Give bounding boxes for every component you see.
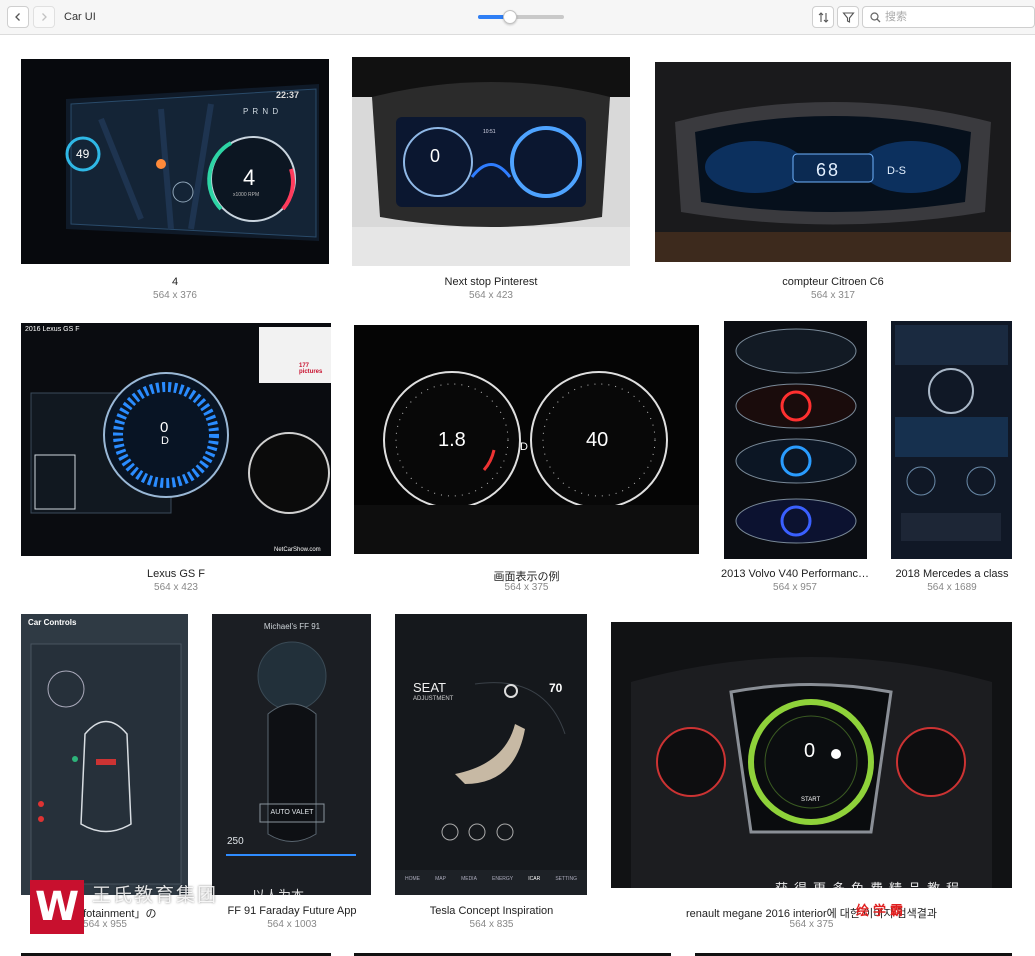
auto-valet-label: AUTO VALET — [270, 809, 314, 816]
item-dimensions: 564 x 423 — [469, 290, 513, 301]
item-caption: 2013 Volvo V40 Performanc… — [721, 568, 869, 580]
speed-readout: 68 — [816, 160, 841, 180]
gallery-item[interactable]: 2013 Volvo V40 Performanc… 564 x 957 — [721, 321, 869, 595]
speed-readout: 0 — [160, 419, 169, 436]
speed-readout: 0 — [430, 146, 441, 166]
window-title: Car UI — [64, 11, 96, 23]
search-input[interactable] — [885, 9, 1030, 25]
item-caption: Next stop Pinterest — [444, 276, 538, 288]
thumb-header: 2016 Lexus GS F — [25, 326, 80, 333]
gallery-item[interactable]: 4 22:37 P R N D 49 x1000 RPM 4 564 x 376 — [21, 59, 329, 304]
clock-readout: 10:51 — [483, 129, 496, 135]
gear-indicator: D — [520, 441, 528, 453]
item-dimensions: 564 x 957 — [773, 582, 817, 593]
nav-energy: ENERGY — [492, 876, 514, 882]
nav-icar: ICAR — [528, 876, 541, 882]
item-dimensions: 564 x 835 — [469, 919, 514, 930]
mode-readout: D-S — [887, 165, 906, 177]
thumb-header: Michael's FF 91 — [263, 622, 321, 631]
item-caption: 2018 Mercedes a class — [895, 568, 1009, 580]
thumb-header: Car Controls — [28, 618, 77, 627]
filter-icon — [841, 11, 855, 23]
nav-home: HOME — [405, 876, 420, 882]
seat-label: SEAT — [413, 680, 446, 695]
thumbnail-image[interactable] — [212, 614, 371, 895]
gear-indicator: P R N D — [243, 107, 280, 116]
search-field[interactable] — [862, 6, 1035, 28]
item-caption: Lexus GS F — [146, 568, 206, 580]
left-readout: 49 — [76, 147, 90, 161]
thumbnail-image[interactable] — [395, 614, 587, 895]
gallery-item[interactable]: 0 10:51 Next stop Pinterest 564 x 423 — [352, 57, 630, 304]
clock-readout: 22:37 — [276, 90, 300, 100]
item-dimensions: 564 x 423 — [154, 582, 198, 593]
zoom-slider[interactable] — [478, 10, 564, 24]
filter-button[interactable] — [837, 6, 859, 28]
gallery-item[interactable]: 2016 Lexus GS F 0 D 177 pictures NetCarS… — [21, 323, 331, 595]
gallery-item[interactable]: 1.8 40 D 画面表示の例 564 x 375 — [354, 325, 699, 595]
start-label: START — [801, 797, 821, 803]
speed-readout: 4 — [243, 165, 256, 190]
gallery-item[interactable]: SEAT ADJUSTMENT 70 HOME MAP MEDIA ENERGY… — [395, 614, 588, 934]
item-caption: Tesla Concept Inspiration — [429, 905, 554, 917]
item-dimensions: 564 x 317 — [811, 290, 855, 301]
thumbnail-image[interactable] — [352, 57, 630, 266]
nav-media: MEDIA — [461, 876, 477, 882]
rpm-readout: 1.8 — [438, 429, 466, 451]
seat-value: 70 — [549, 681, 563, 695]
toolbar: Car UI — [0, 0, 1035, 35]
gallery: 4 22:37 P R N D 49 x1000 RPM 4 564 x 376… — [0, 35, 1035, 956]
sort-button[interactable] — [812, 6, 834, 28]
watermark-logo: W — [30, 880, 84, 934]
chevron-right-icon — [42, 13, 47, 21]
adjustment-label: ADJUSTMENT — [413, 696, 454, 702]
thumbnail-image[interactable] — [891, 321, 1012, 559]
tesla-nav-bar: HOME MAP MEDIA ENERGY ICAR SETTING — [405, 876, 577, 882]
item-dimensions: 564 x 1003 — [267, 919, 317, 930]
nav-setting: SETTING — [555, 876, 577, 882]
watermark-promo: 获得更多免费精品教程 — [775, 881, 966, 896]
chevron-left-icon — [15, 13, 20, 21]
back-button[interactable] — [7, 6, 29, 28]
speed-readout: 40 — [586, 429, 609, 451]
thumbnail-image[interactable] — [354, 325, 699, 554]
gear-indicator: D — [161, 435, 169, 447]
site-label: NetCarShow.com — [274, 547, 321, 553]
forward-button[interactable] — [33, 6, 55, 28]
energy-readout: 250 — [227, 836, 244, 847]
item-dimensions: 564 x 375 — [504, 582, 549, 593]
gallery-item[interactable]: 2018 Mercedes a class 564 x 1689 — [889, 321, 1015, 595]
thumbnail-image[interactable] — [21, 323, 331, 556]
speed-readout: 0 — [804, 740, 816, 762]
watermark-slogan: 以人为本 — [252, 888, 305, 903]
sort-icon — [818, 11, 828, 23]
item-dimensions: 564 x 375 — [789, 919, 834, 930]
nav-map: MAP — [435, 876, 446, 882]
item-caption: 4 — [171, 276, 179, 288]
search-icon — [870, 12, 881, 23]
item-caption: compteur Citroen C6 — [782, 276, 884, 288]
item-dimensions: 564 x 1689 — [927, 582, 977, 593]
thumbnail-image[interactable] — [21, 614, 188, 895]
item-dimensions: 564 x 376 — [153, 290, 197, 301]
watermark-org: 王氏教育集团 — [92, 885, 219, 906]
item-caption: FF 91 Faraday Future App — [227, 905, 357, 917]
rpm-label: x1000 RPM — [233, 192, 260, 198]
pictures-badge: 177 pictures — [299, 363, 323, 375]
gallery-item[interactable]: 68 D-S compteur Citroen C6 564 x 317 — [655, 62, 1011, 304]
zoom-slider-knob[interactable] — [502, 10, 517, 24]
thumbnail-image[interactable] — [724, 321, 867, 559]
watermark-brand: 绘学霸 — [856, 903, 908, 918]
